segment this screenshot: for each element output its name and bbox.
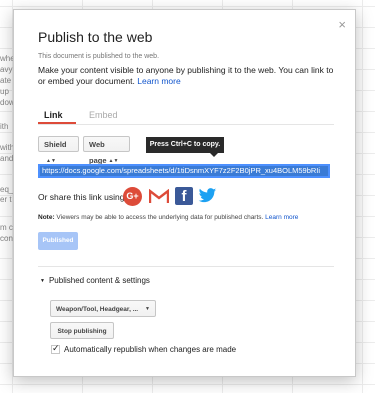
dialog-description: Make your content visible to anyone by p… — [38, 65, 338, 87]
scope-select[interactable]: Shield▲▼ — [38, 136, 79, 164]
section-title: Published content & settings — [48, 276, 150, 285]
checkmark-icon: ✓ — [52, 343, 60, 353]
description-text: Make your content visible to anyone by p… — [38, 65, 334, 86]
note-learn-more-link[interactable]: Learn more — [265, 214, 298, 221]
published-button[interactable]: Published — [38, 232, 78, 250]
tab-embed[interactable]: Embed — [89, 110, 118, 120]
published-status: This document is published to the web. — [38, 53, 160, 60]
learn-more-link[interactable]: Learn more — [137, 76, 180, 86]
gmail-icon[interactable] — [148, 188, 170, 209]
format-select[interactable]: Web page ▲▼ — [83, 136, 130, 165]
dialog-title: Publish to the web — [38, 29, 153, 45]
section-divider — [38, 266, 334, 267]
copy-tooltip: Press Ctrl+C to copy. — [146, 137, 224, 153]
format-select-value: Web page — [89, 140, 107, 165]
published-url-field[interactable]: https://docs.google.com/spreadsheets/d/1… — [38, 164, 330, 178]
share-label: Or share this link using: — [38, 192, 127, 202]
twitter-icon[interactable] — [198, 188, 217, 209]
note-label: Note: — [38, 214, 55, 221]
tooltip-arrow — [210, 153, 218, 157]
scope-select-value: Shield — [44, 140, 67, 149]
published-settings-toggle[interactable]: ▼ Published content & settings — [40, 276, 150, 285]
publish-dialog: × Publish to the web This document is pu… — [13, 9, 356, 377]
facebook-icon[interactable]: f — [175, 187, 193, 205]
close-icon[interactable]: × — [338, 18, 346, 31]
active-tab-indicator — [38, 122, 76, 124]
auto-republish-checkbox[interactable]: ✓ — [51, 343, 60, 354]
tab-bar: Link Embed — [38, 102, 334, 125]
published-url-text: https://docs.google.com/spreadsheets/d/1… — [40, 166, 328, 176]
tab-link[interactable]: Link — [44, 110, 63, 120]
note-body: Viewers may be able to access the underl… — [56, 214, 264, 221]
content-dropdown[interactable]: Weapon/Tool, Headgear, ... ▼ — [50, 300, 156, 317]
note-text: Note: Viewers may be able to access the … — [38, 214, 298, 221]
content-dropdown-value: Weapon/Tool, Headgear, ... — [56, 306, 139, 313]
chevron-down-icon: ▼ — [145, 306, 150, 312]
collapse-triangle-icon: ▼ — [40, 278, 45, 284]
auto-republish-label[interactable]: Automatically republish when changes are… — [64, 345, 236, 354]
stop-publishing-button[interactable]: Stop publishing — [50, 322, 114, 339]
google-plus-icon[interactable]: G+ — [123, 187, 142, 206]
